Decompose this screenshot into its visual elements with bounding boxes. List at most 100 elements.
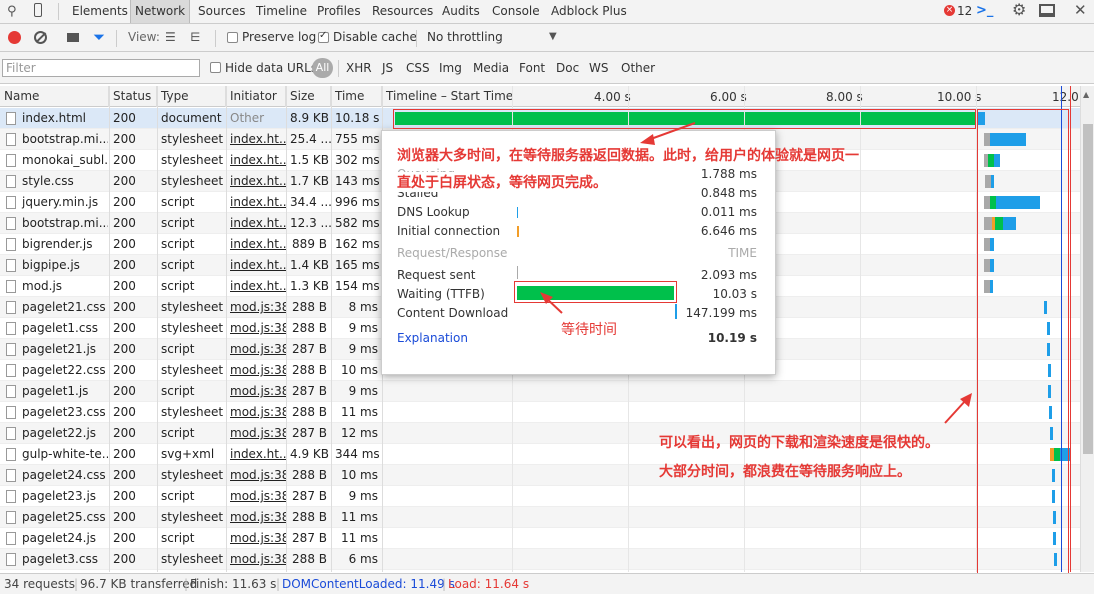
tick-6s: 6.00 s bbox=[710, 90, 747, 104]
request-sent-value: 2.093 ms bbox=[700, 268, 757, 282]
cell-initiator[interactable]: index.ht... bbox=[226, 213, 286, 234]
preserve-log-checkbox[interactable] bbox=[227, 32, 238, 43]
cell-name: pagelet25.css bbox=[22, 510, 106, 524]
record-icon[interactable] bbox=[8, 31, 21, 44]
cell-initiator[interactable]: index.ht... bbox=[226, 129, 286, 150]
cell-initiator[interactable]: Other bbox=[226, 108, 286, 129]
tab-audits[interactable]: Audits bbox=[438, 0, 484, 23]
explanation-link[interactable]: Explanation bbox=[397, 331, 468, 345]
col-status[interactable]: Status bbox=[109, 86, 157, 107]
cell-size: 288 B bbox=[292, 363, 327, 377]
tick-4s: 4.00 s bbox=[594, 90, 631, 104]
table-row[interactable]: pagelet23.css 200 stylesheet mod.js:38 288 B… bbox=[0, 402, 1080, 423]
cell-initiator[interactable]: mod.js:38 bbox=[226, 360, 286, 381]
filter-input[interactable]: Filter bbox=[2, 59, 200, 77]
dock-side-icon[interactable] bbox=[1039, 4, 1055, 17]
cell-status: 200 bbox=[113, 279, 136, 293]
filter-other[interactable]: Other bbox=[621, 61, 655, 75]
resources-highlight bbox=[977, 109, 1069, 574]
cell-initiator[interactable]: mod.js:38 bbox=[226, 402, 286, 423]
filter-ws[interactable]: WS bbox=[589, 61, 608, 75]
cell-size: 12.3 ... bbox=[290, 216, 331, 230]
filter-all-button[interactable]: All bbox=[312, 58, 333, 78]
cell-initiator[interactable]: index.ht... bbox=[226, 150, 286, 171]
cell-initiator[interactable]: mod.js:38 bbox=[226, 423, 286, 444]
cell-name: pagelet3.css bbox=[22, 552, 98, 566]
filter-media[interactable]: Media bbox=[473, 61, 509, 75]
file-icon bbox=[6, 322, 16, 335]
filter-css[interactable]: CSS bbox=[406, 61, 430, 75]
cell-initiator[interactable]: mod.js:38 bbox=[226, 339, 286, 360]
close-icon[interactable]: ✕ bbox=[1074, 2, 1087, 18]
hide-data-urls-checkbox[interactable] bbox=[210, 62, 221, 73]
col-name[interactable]: Name bbox=[0, 86, 109, 107]
table-row[interactable]: pagelet1.js 200 script mod.js:38 287 B 9 ms bbox=[0, 381, 1080, 402]
column-divider bbox=[157, 86, 158, 572]
table-row[interactable]: pagelet24.js 200 script mod.js:38 287 B 11 ms bbox=[0, 528, 1080, 549]
table-row[interactable]: pagelet25.css 200 stylesheet mod.js:38 288 B… bbox=[0, 507, 1080, 528]
console-drawer-icon[interactable]: >_ bbox=[976, 3, 993, 19]
tab-resources[interactable]: Resources bbox=[368, 0, 437, 23]
col-type[interactable]: Type bbox=[157, 86, 226, 107]
scrollbar-thumb[interactable] bbox=[1083, 124, 1093, 454]
error-icon[interactable]: × bbox=[944, 5, 955, 16]
tab-console[interactable]: Console bbox=[488, 0, 544, 23]
cell-initiator[interactable]: mod.js:38 bbox=[226, 381, 286, 402]
disable-cache-checkbox[interactable] bbox=[318, 30, 329, 43]
cell-initiator[interactable]: mod.js:38 bbox=[226, 549, 286, 570]
tab-profiles[interactable]: Profiles bbox=[313, 0, 365, 23]
cell-initiator[interactable]: mod.js:38 bbox=[226, 318, 286, 339]
col-initiator[interactable]: Initiator bbox=[226, 86, 286, 107]
file-icon bbox=[6, 133, 16, 146]
device-mode-icon[interactable] bbox=[34, 3, 42, 17]
scroll-up-icon[interactable]: ▲ bbox=[1083, 90, 1089, 99]
cell-initiator[interactable]: index.ht... bbox=[226, 276, 286, 297]
file-icon bbox=[6, 469, 16, 482]
cell-initiator[interactable]: index.ht... bbox=[226, 171, 286, 192]
throttling-select[interactable]: No throttling bbox=[427, 30, 503, 44]
grid-scrollbar[interactable]: ▲ bbox=[1080, 86, 1094, 572]
table-row[interactable]: pagelet24.css 200 stylesheet mod.js:38 288 B… bbox=[0, 465, 1080, 486]
error-count[interactable]: 12 bbox=[957, 4, 972, 18]
cell-name: pagelet23.js bbox=[22, 489, 97, 503]
filter-img[interactable]: Img bbox=[439, 61, 462, 75]
tab-network[interactable]: Network bbox=[130, 0, 191, 23]
tab-timeline[interactable]: Timeline bbox=[252, 0, 311, 23]
capture-screenshots-icon[interactable] bbox=[67, 33, 79, 42]
column-divider bbox=[860, 86, 861, 572]
cell-type: stylesheet bbox=[161, 363, 224, 377]
tab-adblock-plus[interactable]: Adblock Plus bbox=[547, 0, 631, 23]
cell-initiator[interactable]: index.ht... bbox=[226, 255, 286, 276]
network-toolbar: ⏷ View: ☰ ⋿ Preserve log Disable cache N… bbox=[0, 24, 1094, 52]
cell-initiator[interactable]: mod.js:38 bbox=[226, 486, 286, 507]
filter-xhr[interactable]: XHR bbox=[346, 61, 372, 75]
cell-initiator[interactable]: index.ht... bbox=[226, 192, 286, 213]
request-sent-bar bbox=[517, 266, 518, 279]
cell-initiator[interactable]: mod.js:38 bbox=[226, 528, 286, 549]
gear-icon[interactable]: ⚙ bbox=[1012, 2, 1026, 18]
large-rows-icon[interactable]: ☰ bbox=[165, 29, 176, 45]
load-marker bbox=[1070, 86, 1071, 572]
filter-js[interactable]: JS bbox=[382, 61, 393, 75]
tab-sources[interactable]: Sources bbox=[194, 0, 249, 23]
inspect-search-icon[interactable]: ⚲ bbox=[7, 4, 17, 20]
cell-type: stylesheet bbox=[161, 153, 224, 167]
cell-time: 6 ms bbox=[348, 552, 378, 566]
table-row[interactable]: pagelet3.css 200 stylesheet mod.js:38 288 B 6… bbox=[0, 549, 1080, 570]
col-size[interactable]: Size bbox=[286, 86, 331, 107]
cell-initiator[interactable]: mod.js:38 bbox=[226, 297, 286, 318]
column-divider bbox=[109, 86, 110, 572]
tab-elements[interactable]: Elements bbox=[68, 0, 132, 23]
col-time[interactable]: Time bbox=[331, 86, 382, 107]
overview-icon[interactable]: ⋿ bbox=[190, 29, 200, 45]
cell-initiator[interactable]: index.ht... bbox=[226, 234, 286, 255]
filter-font[interactable]: Font bbox=[519, 61, 545, 75]
filter-icon[interactable]: ⏷ bbox=[93, 29, 105, 45]
cell-initiator[interactable]: mod.js:38 bbox=[226, 465, 286, 486]
table-row[interactable]: pagelet23.js 200 script mod.js:38 287 B 9 ms bbox=[0, 486, 1080, 507]
cell-initiator[interactable]: mod.js:38 bbox=[226, 507, 286, 528]
cell-initiator[interactable]: index.ht... bbox=[226, 444, 286, 465]
filter-doc[interactable]: Doc bbox=[556, 61, 579, 75]
col-timeline[interactable]: Timeline – Start Time bbox=[382, 86, 512, 107]
chevron-down-icon[interactable]: ▼ bbox=[549, 29, 557, 45]
